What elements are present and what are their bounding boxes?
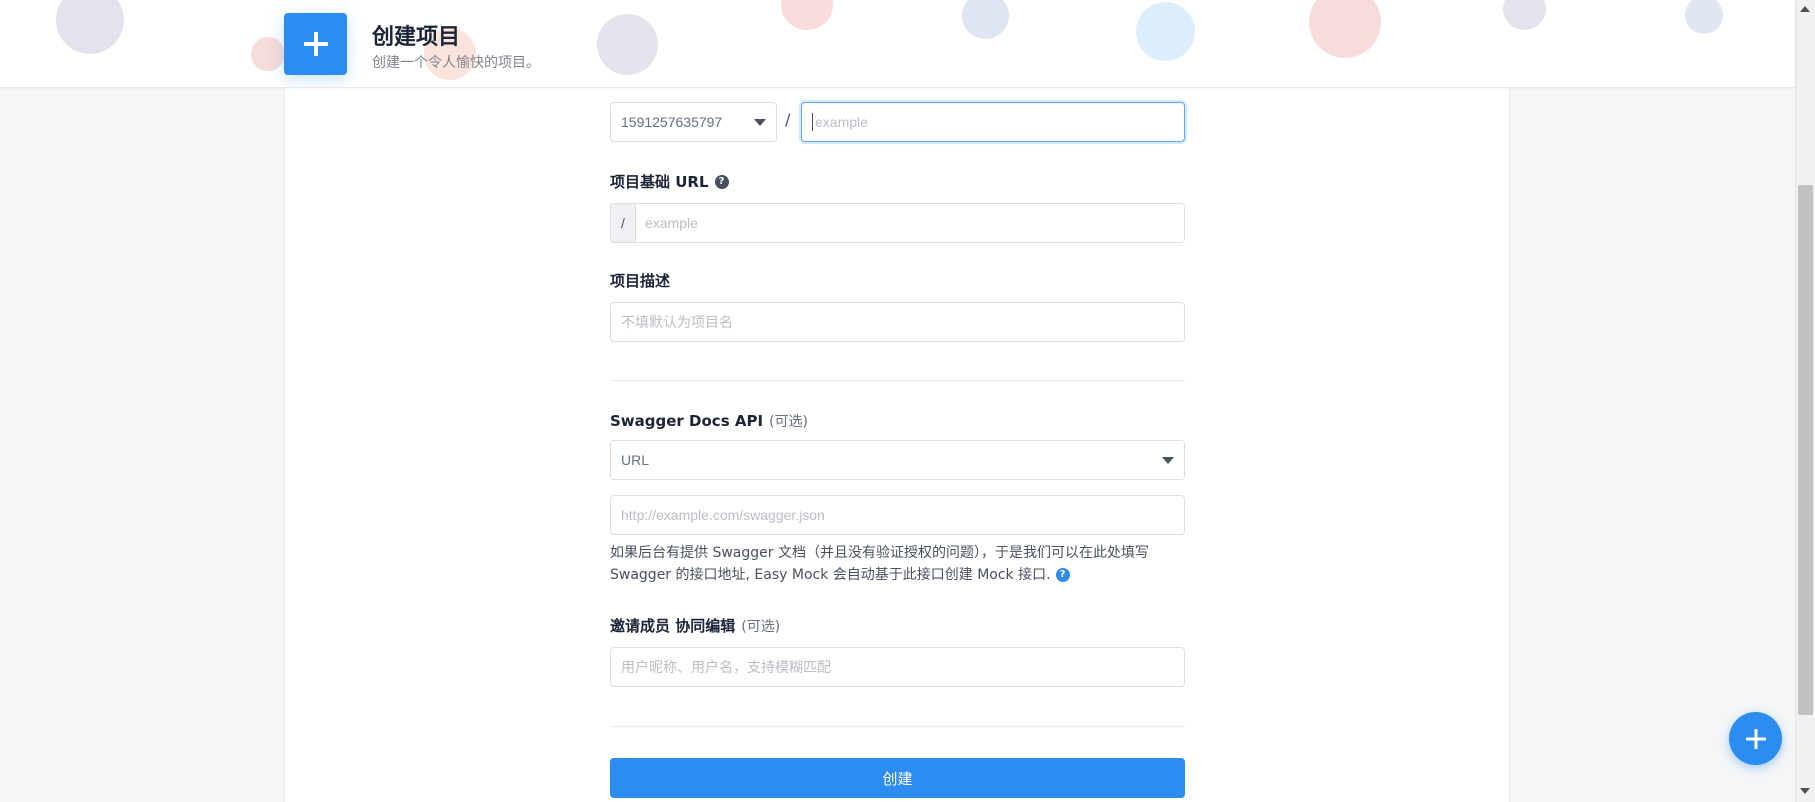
chevron-down-icon (754, 119, 766, 126)
description-label-text: 项目描述 (610, 272, 671, 290)
page-title: 创建项目 (372, 25, 461, 50)
base-url-input[interactable]: / example (610, 203, 1185, 243)
members-search-input[interactable]: 用户昵称、用户名，支持模糊匹配 (610, 647, 1185, 687)
swagger-label: Swagger Docs API (可选) (610, 411, 808, 431)
swagger-help-line: 如果后台有提供 Swagger 文档（并且没有验证授权的问题），于是我们可以在此… (610, 545, 1149, 561)
decor-circle (1136, 2, 1195, 61)
plus-icon (1745, 728, 1766, 749)
swagger-label-text: Swagger Docs API (610, 412, 764, 430)
text-cursor (812, 113, 813, 131)
decor-circle (1685, 0, 1723, 34)
question-icon[interactable]: ? (714, 174, 729, 189)
base-url-prefix: / (611, 204, 636, 242)
plus-icon (303, 32, 328, 56)
create-button[interactable]: 创建 (610, 758, 1185, 798)
page-subtitle: 创建一个令人愉快的项目。 (372, 55, 540, 71)
swagger-url-placeholder: http://example.com/swagger.json (621, 507, 825, 523)
description-label: 项目描述 (610, 270, 670, 291)
swagger-help-text: 如果后台有提供 Swagger 文档（并且没有验证授权的问题），于是我们可以在此… (610, 542, 1190, 586)
decor-circle (962, 0, 1009, 39)
swagger-url-input[interactable]: http://example.com/swagger.json (610, 495, 1185, 535)
description-placeholder: 不填默认为项目名 (621, 314, 733, 330)
page-header: 创建项目 创建一个令人愉快的项目。 (0, 0, 1795, 88)
decor-circle (1503, 0, 1546, 30)
scroll-down-arrow-icon[interactable] (1800, 788, 1810, 794)
project-name-placeholder: example (815, 114, 868, 130)
members-label: 邀请成员 协同编辑 (可选) (610, 615, 780, 636)
optional-tag: (可选) (769, 414, 808, 430)
decor-circle (781, 0, 833, 30)
chevron-down-icon (1162, 457, 1174, 464)
scrollbar-thumb[interactable] (1798, 185, 1813, 715)
namespace-select[interactable]: 1591257635797 (610, 102, 777, 142)
create-project-icon (284, 13, 347, 75)
namespace-select-value: 1591257635797 (621, 114, 723, 130)
base-url-label: 项目基础 URL ? (610, 171, 729, 192)
base-url-placeholder: example (645, 215, 698, 231)
namespace-separator: / (785, 110, 791, 129)
optional-tag: (可选) (741, 618, 781, 635)
decor-circle (597, 14, 658, 75)
swagger-help-line: Swagger 的接口地址, Easy Mock 会自动基于此接口创建 Mock… (610, 564, 1190, 586)
members-placeholder: 用户昵称、用户名，支持模糊匹配 (621, 659, 831, 675)
decor-circle (251, 37, 285, 71)
description-input[interactable]: 不填默认为项目名 (610, 302, 1185, 342)
decor-circle (1309, 0, 1381, 58)
members-label-text: 邀请成员 协同编辑 (610, 617, 736, 635)
section-divider (610, 380, 1185, 381)
vertical-scrollbar[interactable] (1795, 0, 1815, 802)
swagger-type-select[interactable]: URL (610, 440, 1185, 480)
scroll-up-arrow-icon[interactable] (1800, 6, 1810, 12)
base-url-label-text: 项目基础 URL (610, 173, 709, 191)
floating-add-button[interactable] (1729, 712, 1782, 765)
question-icon[interactable]: ? (1055, 568, 1070, 582)
swagger-type-value: URL (621, 452, 650, 468)
swagger-help-line-text: Swagger 的接口地址, Easy Mock 会自动基于此接口创建 Mock… (610, 567, 1051, 583)
decor-circle (56, 0, 124, 54)
project-name-input[interactable]: example (801, 102, 1185, 142)
section-divider (610, 726, 1185, 727)
